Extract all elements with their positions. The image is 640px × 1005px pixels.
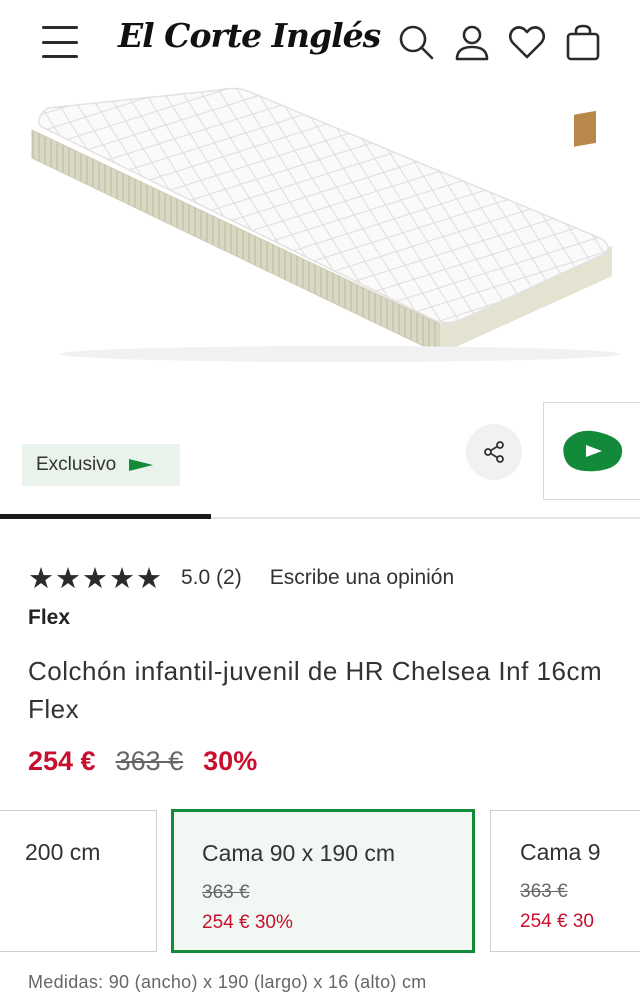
search-icon[interactable] xyxy=(396,22,436,62)
size-option-label: 200 cm xyxy=(25,839,101,865)
product-brand[interactable]: Flex xyxy=(28,606,70,630)
badge-label: Exclusivo xyxy=(36,454,117,475)
price-row: 254 € 363 € 30% xyxy=(28,746,257,777)
rating-stars: ★★★★★ xyxy=(28,561,163,595)
flag-arrow-icon xyxy=(129,459,154,471)
size-option[interactable]: Cama 9 363 € 254 € 30 xyxy=(490,810,640,952)
side-tab-button[interactable] xyxy=(543,402,640,500)
product-title: Colchón infantil-juvenil de HR Chelsea I… xyxy=(28,656,603,724)
heart-icon[interactable] xyxy=(507,22,547,62)
size-option-old-price: 363 € xyxy=(520,881,568,902)
size-option[interactable]: 200 cm xyxy=(0,810,157,952)
size-option-new-price: 254 € 30 xyxy=(520,911,594,932)
original-price: 363 € xyxy=(115,746,184,776)
rating-row: ★★★★★ 5.0 (2) Escribe una opinión xyxy=(28,561,454,595)
size-option-old-price: 363 € xyxy=(202,882,250,903)
rating-value[interactable]: 5.0 (2) xyxy=(181,566,242,590)
share-icon xyxy=(484,441,504,463)
discount-percent: 30% xyxy=(203,746,258,776)
size-option-selected[interactable]: Cama 90 x 190 cm 363 € 254 € 30% xyxy=(171,809,475,953)
size-option-label: Cama 90 x 190 cm xyxy=(202,840,396,866)
menu-icon[interactable] xyxy=(42,26,78,58)
size-option-new-price: 254 € 30% xyxy=(202,912,293,933)
user-icon[interactable] xyxy=(452,22,492,62)
bag-icon[interactable] xyxy=(563,22,603,62)
write-review-link[interactable]: Escribe una opinión xyxy=(270,566,454,590)
top-header: El Corte Inglés xyxy=(0,0,640,86)
size-selector: 200 cm Cama 90 x 190 cm 363 € 254 € 30% … xyxy=(0,808,640,954)
exclusive-badge: Exclusivo xyxy=(22,444,180,486)
current-price: 254 € xyxy=(28,746,96,776)
gallery-progress-bar xyxy=(0,514,212,519)
size-option-label: Cama 9 xyxy=(520,839,601,865)
share-button[interactable] xyxy=(466,424,522,480)
store-logo[interactable]: El Corte Inglés xyxy=(118,16,381,55)
product-measures: Medidas: 90 (ancho) x 190 (largo) x 16 (… xyxy=(28,972,427,992)
play-arrow-icon xyxy=(563,430,623,472)
